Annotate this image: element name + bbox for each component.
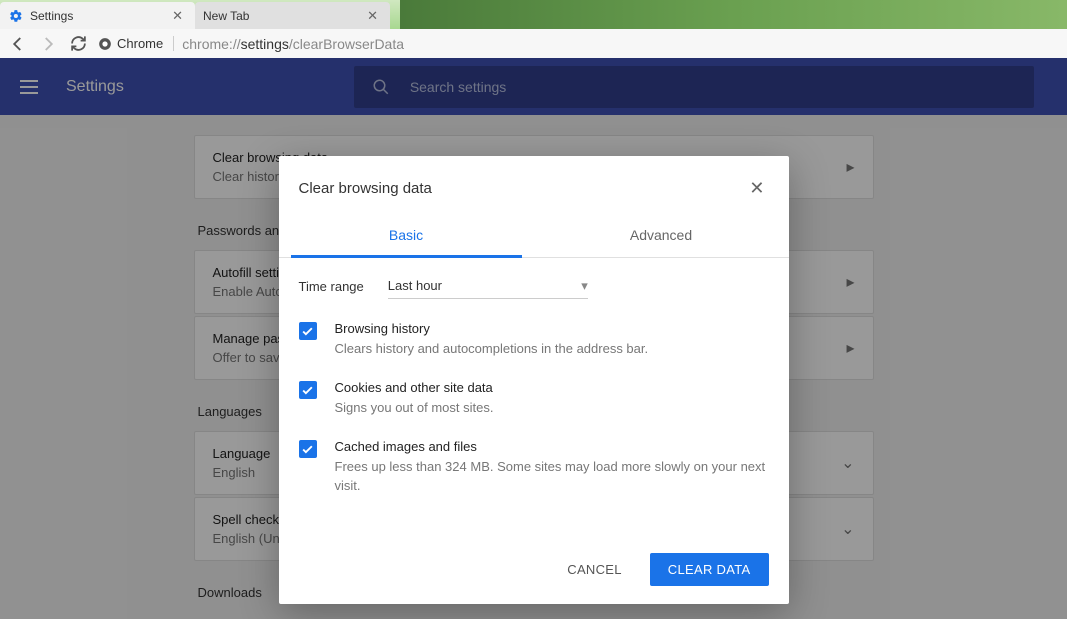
dropdown-icon: ▾ <box>581 278 588 294</box>
clear-data-button[interactable]: CLEAR DATA <box>650 553 769 586</box>
tab-close-icon[interactable]: ✕ <box>168 8 187 24</box>
check-icon <box>301 325 314 338</box>
tab-strip: Settings ✕ New Tab ✕ <box>0 0 1067 29</box>
tab-newtab[interactable]: New Tab ✕ <box>195 2 390 29</box>
time-range-label: Time range <box>299 279 364 294</box>
check-icon <box>301 384 314 397</box>
tab-advanced[interactable]: Advanced <box>534 215 789 257</box>
site-badge: Chrome <box>98 36 174 51</box>
check-title: Cached images and files <box>335 439 769 454</box>
close-icon[interactable]: ✕ <box>745 174 768 203</box>
check-cookies: Cookies and other site data Signs you ou… <box>299 380 769 417</box>
cancel-button[interactable]: CANCEL <box>549 553 640 586</box>
check-icon <box>301 443 314 456</box>
clear-browsing-data-dialog: Clear browsing data ✕ Basic Advanced Tim… <box>279 156 789 604</box>
check-desc: Clears history and autocompletions in th… <box>335 340 649 358</box>
check-cache: Cached images and files Frees up less th… <box>299 439 769 494</box>
url-text: chrome://settings/clearBrowserData <box>182 36 404 52</box>
check-desc: Frees up less than 324 MB. Some sites ma… <box>335 458 769 494</box>
tabstrip-background <box>400 0 1067 29</box>
back-button[interactable] <box>8 34 28 54</box>
tab-settings[interactable]: Settings ✕ <box>0 2 195 29</box>
reload-button[interactable] <box>68 34 88 54</box>
checkbox-browsing-history[interactable] <box>299 322 317 340</box>
tab-basic[interactable]: Basic <box>279 215 534 257</box>
site-badge-text: Chrome <box>117 36 163 51</box>
checkbox-cache[interactable] <box>299 440 317 458</box>
checkbox-cookies[interactable] <box>299 381 317 399</box>
time-range-select[interactable]: Last hour ▾ <box>388 274 588 299</box>
check-title: Browsing history <box>335 321 649 336</box>
forward-button[interactable] <box>38 34 58 54</box>
gear-icon <box>8 8 24 24</box>
dialog-title: Clear browsing data <box>299 180 746 197</box>
time-range-value: Last hour <box>388 278 442 294</box>
check-browsing-history: Browsing history Clears history and auto… <box>299 321 769 358</box>
address-bar[interactable]: Chrome chrome://settings/clearBrowserDat… <box>98 32 1059 56</box>
tab-close-icon[interactable]: ✕ <box>363 8 382 24</box>
browser-toolbar: Chrome chrome://settings/clearBrowserDat… <box>0 29 1067 58</box>
check-title: Cookies and other site data <box>335 380 494 395</box>
tab-title: Settings <box>30 9 73 23</box>
tab-title: New Tab <box>203 9 249 23</box>
browser-chrome: Settings ✕ New Tab ✕ Chrome chrome://set… <box>0 0 1067 58</box>
check-desc: Signs you out of most sites. <box>335 399 494 417</box>
